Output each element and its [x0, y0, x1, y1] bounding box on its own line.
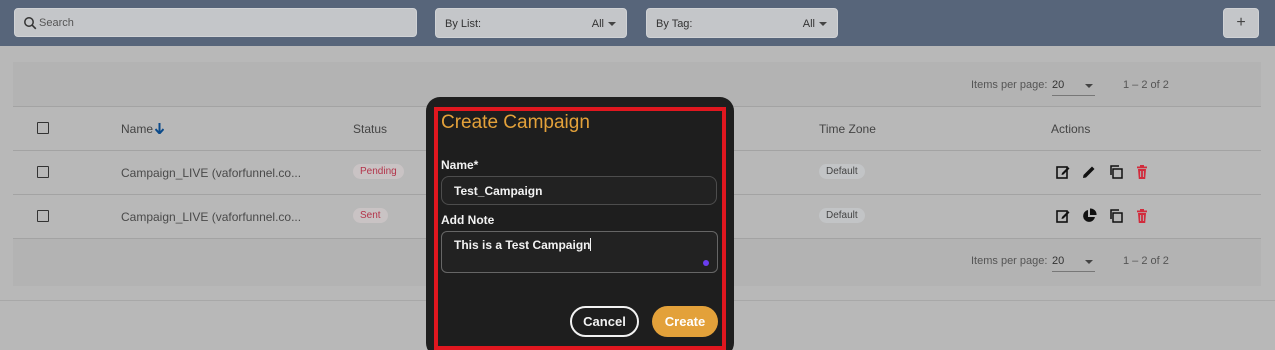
items-per-page-label: Items per page: — [971, 255, 1048, 267]
row-checkbox[interactable] — [37, 210, 49, 222]
row-name[interactable]: Campaign_LIVE (vaforfunnel.co... — [121, 210, 301, 224]
search-icon — [24, 17, 37, 30]
note-label: Add Note — [441, 213, 495, 227]
cancel-button[interactable]: Cancel — [570, 306, 639, 337]
by-tag-label: By Tag: — [656, 18, 693, 30]
by-list-value: All — [591, 18, 604, 30]
row-checkbox[interactable] — [37, 166, 49, 178]
chevron-down-icon — [608, 22, 616, 26]
note-textarea[interactable]: This is a Test Campaign — [441, 231, 718, 273]
add-campaign-button[interactable]: + — [1223, 8, 1259, 38]
grammar-indicator-icon — [703, 260, 709, 266]
name-label: Name* — [441, 158, 479, 172]
text-cursor — [590, 238, 592, 251]
pencil-icon[interactable] — [1081, 164, 1097, 180]
header-time-zone[interactable]: Time Zone — [819, 122, 876, 136]
items-per-page-select[interactable]: 20 — [1052, 79, 1095, 96]
items-per-page-select[interactable]: 20 — [1052, 255, 1095, 272]
create-button[interactable]: Create — [652, 306, 718, 337]
edit-icon[interactable] — [1055, 208, 1071, 224]
row-actions — [1055, 164, 1157, 180]
campaign-name-input[interactable]: Test_Campaign — [441, 176, 717, 205]
by-tag-select[interactable]: By Tag: All — [646, 8, 838, 38]
by-list-select[interactable]: By List: All — [435, 8, 627, 38]
chevron-down-icon — [1085, 260, 1093, 264]
header-name[interactable]: Name — [121, 122, 165, 136]
row-name[interactable]: Campaign_LIVE (vaforfunnel.co... — [121, 166, 301, 180]
status-badge: Sent — [353, 208, 388, 223]
search-input[interactable]: Search — [14, 8, 417, 37]
time-zone-badge: Default — [819, 164, 865, 179]
note-text: This is a Test Campaign — [454, 238, 591, 252]
chevron-down-icon — [819, 22, 827, 26]
header-status[interactable]: Status — [353, 122, 387, 136]
header-actions: Actions — [1051, 122, 1091, 136]
edit-icon[interactable] — [1055, 164, 1071, 180]
copy-icon[interactable] — [1108, 208, 1124, 224]
row-actions — [1055, 208, 1157, 224]
items-per-page-value: 20 — [1052, 79, 1065, 91]
header-name-label: Name — [121, 122, 154, 136]
by-list-label: By List: — [445, 18, 482, 30]
delete-icon[interactable] — [1134, 164, 1150, 180]
by-tag-value: All — [802, 18, 815, 30]
status-badge: Pending — [353, 164, 404, 179]
search-placeholder: Search — [39, 17, 74, 29]
delete-icon[interactable] — [1134, 208, 1150, 224]
select-all-checkbox[interactable] — [37, 122, 49, 134]
page-range: 1 – 2 of 2 — [1123, 79, 1169, 91]
items-per-page-value: 20 — [1052, 255, 1065, 267]
chevron-down-icon — [1085, 84, 1093, 88]
items-per-page-label: Items per page: — [971, 79, 1048, 91]
copy-icon[interactable] — [1108, 164, 1124, 180]
pie-chart-icon[interactable] — [1081, 208, 1097, 224]
top-toolbar: Search By List: All By Tag: All + — [0, 0, 1275, 46]
page-range: 1 – 2 of 2 — [1123, 255, 1169, 267]
time-zone-badge: Default — [819, 208, 865, 223]
dialog-title: Create Campaign — [441, 112, 590, 133]
arrow-down-icon — [154, 123, 165, 136]
